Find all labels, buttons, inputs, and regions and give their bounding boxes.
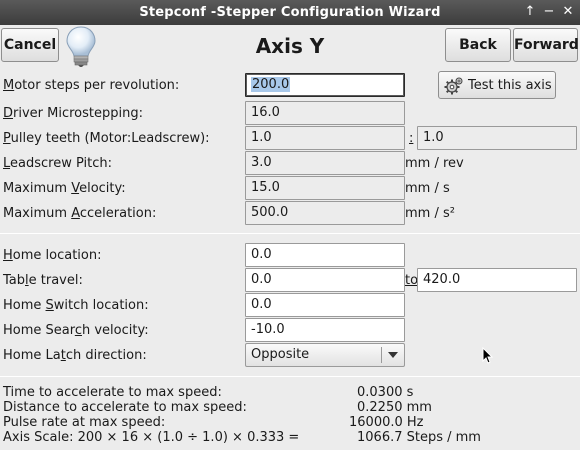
gears-icon xyxy=(444,76,464,96)
microstepping-label: Driver Microstepping: xyxy=(3,106,143,121)
max-velocity-label: Maximum Velocity: xyxy=(3,181,126,196)
home-search-velocity-label: Home Search velocity: xyxy=(3,323,149,338)
table-travel-label: Table travel: xyxy=(3,273,83,288)
acceleration-unit: mm / s² xyxy=(405,206,455,221)
velocity-unit: mm / s xyxy=(405,181,450,196)
accel-time-value: 0.0300 s xyxy=(357,385,414,400)
accel-time-label: Time to accelerate to max speed: xyxy=(3,385,222,400)
chevron-down-icon xyxy=(388,352,398,358)
forward-button[interactable]: Forward xyxy=(513,28,579,62)
leadscrew-pitch-field[interactable]: 3.0 xyxy=(245,151,405,175)
test-axis-button[interactable]: Test this axis xyxy=(438,71,556,99)
window-titlebar: Stepconf -Stepper Configuration Wizard ↑… xyxy=(0,0,580,25)
motor-steps-field[interactable]: 200.0 xyxy=(245,73,405,97)
back-button[interactable]: Back xyxy=(445,28,511,62)
section-divider xyxy=(0,376,580,377)
max-velocity-field[interactable]: 15.0 xyxy=(245,176,405,200)
keep-above-button[interactable]: ↑ xyxy=(522,4,538,20)
home-switch-label: Home Switch location: xyxy=(3,298,149,313)
close-window-button[interactable]: ✕ xyxy=(560,4,576,20)
microstepping-field[interactable]: 16.0 xyxy=(245,101,405,125)
max-acceleration-field[interactable]: 500.0 xyxy=(245,201,405,225)
motor-steps-label: Motor steps per revolution: xyxy=(3,78,180,93)
pulse-rate-value: 16000.0 Hz xyxy=(349,415,424,430)
pulse-rate-label: Pulse rate at max speed: xyxy=(3,415,166,430)
pulley-leadscrew-field[interactable]: 1.0 xyxy=(417,126,577,150)
pulley-teeth-label: Pulley teeth (Motor:Leadscrew): xyxy=(3,131,210,146)
home-location-label: Home location: xyxy=(3,248,102,263)
accel-distance-label: Distance to accelerate to max speed: xyxy=(3,400,247,415)
pulley-motor-field[interactable]: 1.0 xyxy=(245,126,405,150)
section-divider xyxy=(0,233,580,234)
pitch-unit: mm / rev xyxy=(405,156,464,171)
home-latch-label: Home Latch direction: xyxy=(3,348,147,363)
home-latch-dropdown[interactable]: Opposite xyxy=(245,343,405,367)
table-travel-min-field[interactable]: 0.0 xyxy=(245,268,405,292)
axis-scale-value: 1066.7 Steps / mm xyxy=(357,430,481,445)
window-title: Stepconf -Stepper Configuration Wizard xyxy=(139,5,441,20)
home-latch-value: Opposite xyxy=(251,347,310,362)
wizard-toolbar: Cancel Axis Y Back Forward xyxy=(0,25,580,67)
home-location-field[interactable]: 0.0 xyxy=(245,243,405,267)
pulley-ratio-separator: : xyxy=(409,131,414,146)
table-travel-max-field[interactable]: 420.0 xyxy=(417,268,577,292)
mouse-cursor-icon xyxy=(482,346,494,368)
home-switch-field[interactable]: 0.0 xyxy=(245,293,405,317)
home-search-velocity-field[interactable]: -10.0 xyxy=(245,318,405,342)
minimize-button[interactable]: − xyxy=(541,4,557,20)
leadscrew-pitch-label: Leadscrew Pitch: xyxy=(3,156,113,171)
test-axis-label: Test this axis xyxy=(468,78,552,93)
axis-scale-label: Axis Scale: 200 × 16 × (1.0 ÷ 1.0) × 0.3… xyxy=(3,430,300,445)
axis-config-form: Motor steps per revolution: 200.0 Test t… xyxy=(0,67,580,450)
accel-distance-value: 0.2250 mm xyxy=(357,400,432,415)
max-acceleration-label: Maximum Acceleration: xyxy=(3,206,157,221)
dropdown-divider xyxy=(381,347,382,363)
